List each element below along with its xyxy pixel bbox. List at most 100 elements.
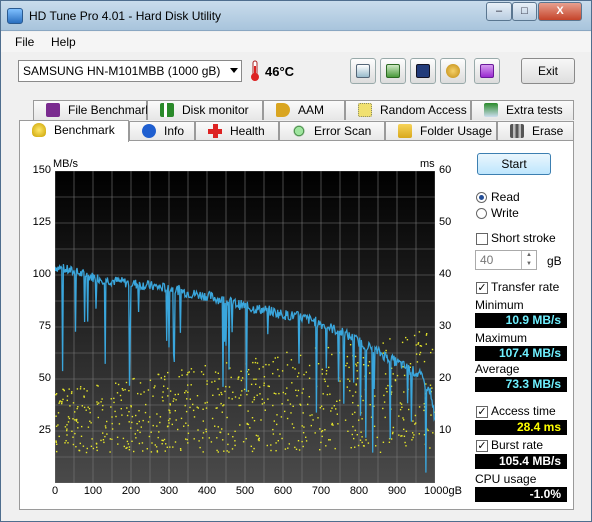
access-time-point [333,405,335,407]
access-time-point [417,343,419,345]
access-time-point [223,450,225,452]
spin-up-icon[interactable]: ▲ [521,251,536,260]
access-time-point [202,432,205,434]
access-time-point [147,389,150,391]
access-time-point [169,390,172,392]
start-button[interactable]: Start [477,153,551,175]
access-time-point [151,442,153,444]
access-time-point [427,429,429,432]
access-time-point [376,436,378,439]
access-time-point [74,419,76,421]
access-time-point [128,411,130,413]
access-time-point [121,414,123,416]
access-time-point [359,439,362,441]
tab-random-access[interactable]: Random Access [345,100,471,120]
settings-button[interactable] [440,58,466,84]
maximize-button[interactable]: □ [512,2,537,21]
access-time-point [109,438,111,440]
access-time-point [57,412,60,414]
access-time-point [257,439,260,441]
access-time-point [173,398,175,400]
access-time-point [77,406,79,408]
tab-file-benchmark[interactable]: File Benchmark [33,100,151,120]
access-time-point [175,419,177,421]
minimum-label: Minimum [475,298,524,312]
save-button[interactable] [410,58,436,84]
toolbar: SAMSUNG HN-M101MBB (1000 gB) 46°C Exit [1,52,591,92]
access-time-point [368,361,371,363]
short-stroke-input[interactable]: 40 ▲ ▼ [475,250,537,270]
access-time-point [246,393,248,396]
access-time-point [230,376,232,379]
access-time-point [357,362,359,364]
access-time-point [429,447,431,449]
access-time-point [302,445,304,448]
tab-health[interactable]: Health [195,121,279,141]
access-time-point [131,415,134,418]
spin-down-icon[interactable]: ▼ [521,260,536,269]
access-time-point [167,419,170,422]
transfer-rate-checkbox[interactable]: ✓ [476,282,488,294]
access-time-point [156,425,158,427]
access-time-point [142,450,144,452]
access-time-point [346,362,348,364]
read-radio[interactable] [476,192,487,203]
x-tick-label: 800 [349,485,369,497]
access-time-point [192,403,194,406]
tab-benchmark[interactable]: Benchmark [19,120,129,142]
access-time-point [321,430,324,432]
access-time-point [259,386,261,388]
minimize-button[interactable]: – [486,2,512,21]
access-time-point [336,413,338,415]
tab-disk-monitor[interactable]: Disk monitor [147,100,263,120]
copy-screenshot-button[interactable] [380,58,406,84]
access-time-point [83,406,86,409]
access-time-point [401,435,403,437]
access-time-point [322,408,325,410]
access-time-point [185,390,187,392]
access-time-point [274,357,276,359]
exit-button[interactable]: Exit [521,58,575,84]
access-time-point [347,430,349,432]
access-time-point [162,391,164,393]
access-time-point [85,409,87,411]
write-radio[interactable] [476,208,487,219]
access-time-point [279,433,281,435]
tab-label: Benchmark [54,123,115,137]
drive-select[interactable]: SAMSUNG HN-M101MBB (1000 gB) [18,60,242,82]
access-time-point [348,366,350,369]
maximum-label: Maximum [475,331,528,345]
access-time-point [160,377,162,379]
access-time-point [111,422,113,425]
copy-info-button[interactable] [350,58,376,84]
tab-error-scan[interactable]: Error Scan [279,121,385,141]
tab-erase[interactable]: Erase [497,121,574,141]
access-time-point [335,408,337,410]
access-time-point [292,366,294,369]
access-time-point [403,419,405,421]
access-time-point [253,396,256,399]
access-time-point [145,403,147,406]
access-time-point [75,420,78,422]
burst-rate-checkbox[interactable]: ✓ [476,440,488,452]
tab-extra-tests[interactable]: Extra tests [471,100,574,120]
access-time-point [331,353,333,356]
access-time-point [220,391,222,394]
tab-aam[interactable]: AAM [263,100,345,120]
access-time-point [361,436,363,438]
access-time-point [309,414,311,417]
menu-help[interactable]: Help [51,35,76,49]
close-button[interactable]: X [538,2,582,21]
tab-info[interactable]: Info [129,121,195,141]
access-time-point [391,432,394,435]
short-stroke-checkbox[interactable] [476,233,488,245]
access-time-checkbox[interactable]: ✓ [476,406,488,418]
access-time-point [325,445,327,447]
download-button[interactable] [474,58,500,84]
app-icon [7,8,23,24]
access-time-point [133,377,135,380]
menu-file[interactable]: File [15,35,34,49]
tab-folder-usage[interactable]: Folder Usage [385,121,497,141]
access-time-point [237,376,240,379]
access-time-point [319,449,321,451]
